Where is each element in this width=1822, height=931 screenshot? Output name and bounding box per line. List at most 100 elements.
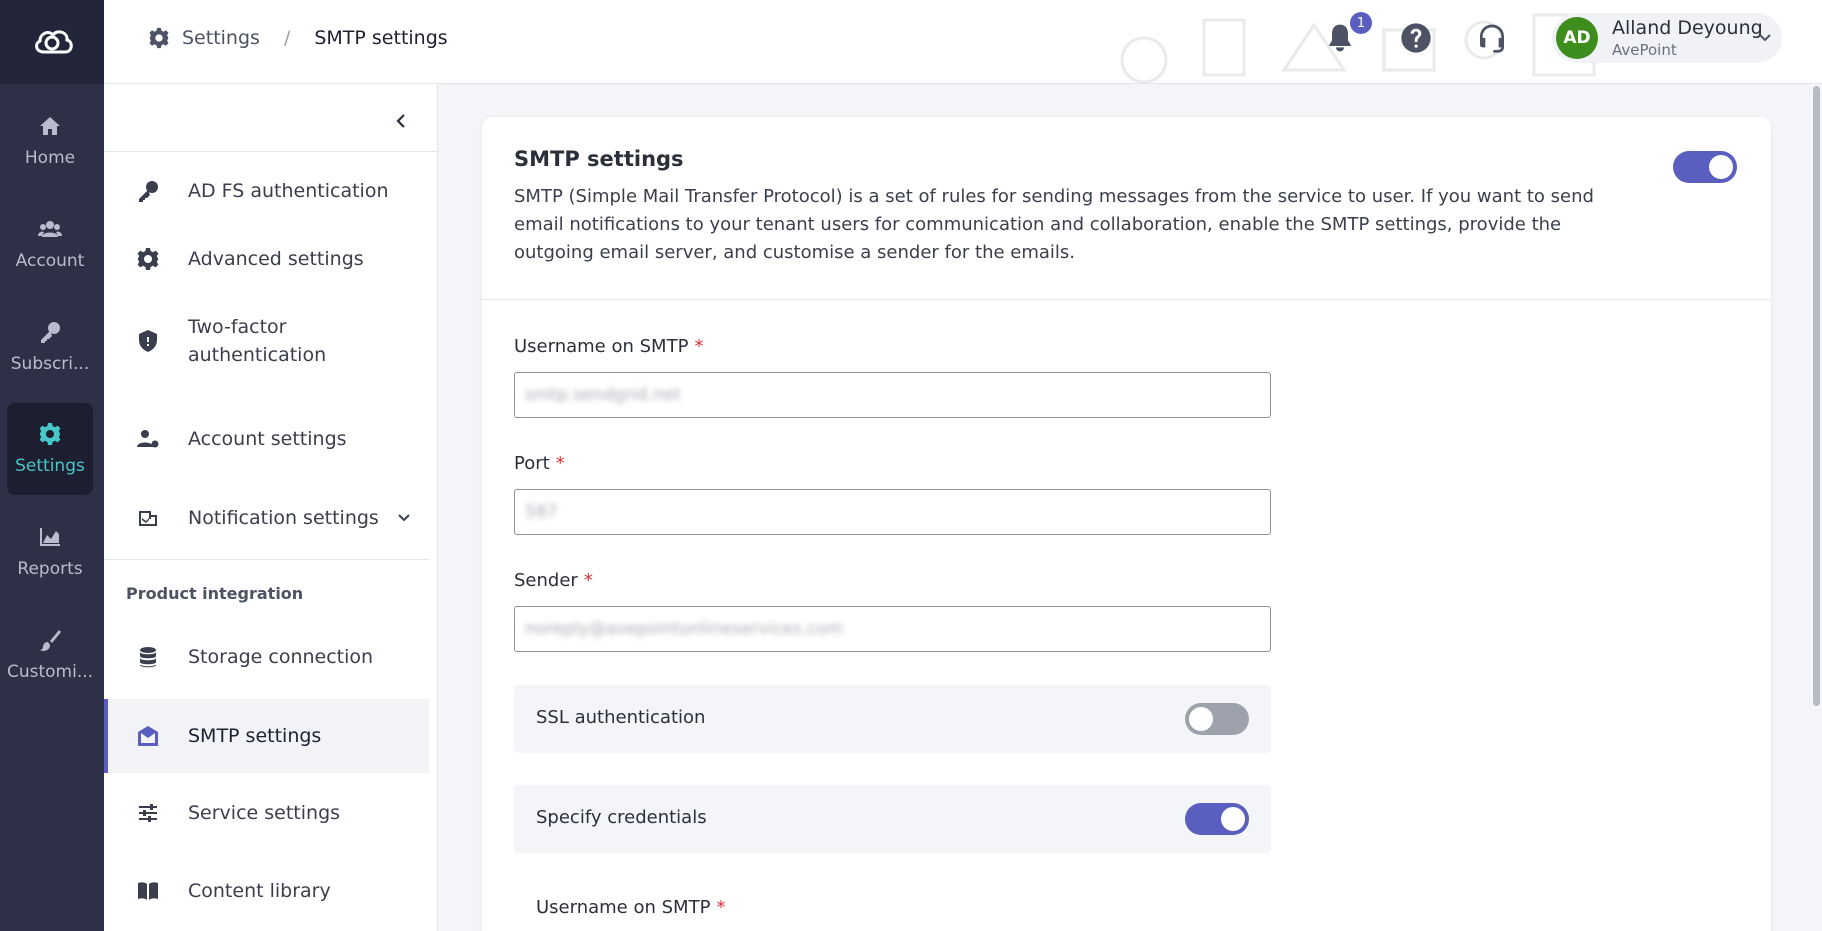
chart-icon xyxy=(40,528,60,546)
book-icon xyxy=(134,877,162,905)
subnav-item-label: AD FS authentication xyxy=(188,180,389,202)
subnav-item-label: Notification settings xyxy=(188,507,379,529)
subnav-item-content-library[interactable]: Content library xyxy=(104,859,429,923)
smtp-enable-toggle[interactable] xyxy=(1673,151,1737,183)
chevron-down-icon xyxy=(1759,34,1771,42)
headset-icon xyxy=(1480,24,1504,53)
divider xyxy=(482,299,1771,300)
subnav-item-label: Content library xyxy=(188,880,331,902)
subnav-item-service-settings[interactable]: Service settings xyxy=(104,781,429,845)
field-label-port: Port * xyxy=(514,453,565,474)
chevron-left-icon xyxy=(396,114,405,128)
rail-item-label: Subscri... xyxy=(10,354,90,374)
rail-item-label: Home xyxy=(24,148,76,168)
subnav-item-two-factor[interactable]: Two-factor authentication xyxy=(104,296,429,386)
rail-item-label: Reports xyxy=(17,559,83,579)
users-icon xyxy=(38,221,62,237)
key-icon xyxy=(41,322,60,343)
rail-item-customization[interactable]: Customi... xyxy=(7,609,93,701)
help-button[interactable] xyxy=(1398,20,1434,56)
sender-input[interactable]: noreply@avepointonlineservices.com xyxy=(514,606,1271,652)
breadcrumb-parent-label: Settings xyxy=(182,27,260,49)
ssl-authentication-row: SSL authentication xyxy=(514,685,1271,753)
key-icon xyxy=(134,177,162,205)
divider xyxy=(104,559,429,560)
smtp-description: SMTP (Simple Mail Transfer Protocol) is … xyxy=(514,186,1594,263)
breadcrumb-current: SMTP settings xyxy=(314,27,448,49)
cloud-logo-icon xyxy=(35,30,73,54)
rail-item-reports[interactable]: Reports xyxy=(7,506,93,598)
field-label-username: Username on SMTP * xyxy=(514,336,703,357)
subnav-item-label: Service settings xyxy=(188,802,341,824)
specify-credentials-row: Specify credentials xyxy=(514,785,1271,853)
label-text: Username on SMTP xyxy=(514,336,689,357)
specify-credentials-label: Specify credentials xyxy=(536,807,707,828)
specify-credentials-toggle[interactable] xyxy=(1185,803,1249,835)
toggle-knob xyxy=(1221,807,1245,831)
breadcrumb-separator: / xyxy=(283,27,291,49)
left-rail: Home Account Subscri... Settings Reports… xyxy=(0,0,104,931)
required-marker: * xyxy=(555,453,565,474)
gear-icon xyxy=(39,423,61,445)
subnav-item-label: Account settings xyxy=(188,428,347,450)
subnav-item-label: SMTP settings xyxy=(188,725,322,747)
subnav-item-storage-connection[interactable]: Storage connection xyxy=(104,625,429,689)
breadcrumb: Settings / SMTP settings xyxy=(148,0,448,76)
rail-item-label: Account xyxy=(15,251,85,271)
subnav-item-label: Advanced settings xyxy=(188,248,364,270)
subnav-item-notification-settings[interactable]: Notification settings xyxy=(104,486,429,550)
input-value: noreply@avepointonlineservices.com xyxy=(525,619,844,639)
rail-item-home[interactable]: Home xyxy=(7,95,93,187)
collapse-subnav-button[interactable] xyxy=(386,106,416,136)
rail-item-label: Settings xyxy=(15,456,85,476)
group-label-product-integration: Product integration xyxy=(126,584,304,603)
required-marker: * xyxy=(583,570,593,591)
rail-item-subscription[interactable]: Subscri... xyxy=(7,301,93,393)
subnav-item-label: Storage connection xyxy=(188,646,374,668)
breadcrumb-settings[interactable]: Settings xyxy=(148,27,260,49)
help-icon xyxy=(1401,23,1431,53)
brush-icon xyxy=(40,630,61,651)
credentials-username-label: Username on SMTP * xyxy=(536,897,725,918)
notification-icon xyxy=(134,504,162,532)
notifications-button[interactable]: 1 xyxy=(1322,12,1372,56)
required-marker: * xyxy=(694,336,704,357)
support-button[interactable] xyxy=(1474,20,1510,56)
user-org: AvePoint xyxy=(1612,41,1677,59)
top-header: Settings / SMTP settings 1 AD Alland Dey… xyxy=(104,0,1822,84)
user-gear-icon xyxy=(134,425,162,453)
subnav-item-smtp-settings[interactable]: SMTP settings xyxy=(104,699,429,773)
toggle-knob xyxy=(1189,707,1213,731)
divider xyxy=(104,151,438,152)
subnav-item-advanced-settings[interactable]: Advanced settings xyxy=(104,227,429,291)
sliders-icon xyxy=(134,799,162,827)
app-logo[interactable] xyxy=(0,0,104,84)
user-menu[interactable]: AD Alland Deyoung AvePoint xyxy=(1552,13,1782,63)
subnav-item-account-settings[interactable]: Account settings xyxy=(104,407,429,471)
rail-item-label: Customi... xyxy=(6,662,94,682)
ssl-authentication-toggle[interactable] xyxy=(1185,703,1249,735)
field-label-sender: Sender * xyxy=(514,570,593,591)
ssl-authentication-label: SSL authentication xyxy=(536,707,706,728)
rail-item-settings[interactable]: Settings xyxy=(7,403,93,495)
page-scrollbar[interactable] xyxy=(1810,84,1822,931)
gear-icon xyxy=(134,245,162,273)
smtp-server-input[interactable]: smtp.sendgrid.net xyxy=(514,372,1271,418)
label-text: Port xyxy=(514,453,550,474)
port-input[interactable]: 587 xyxy=(514,489,1271,535)
scroll-thumb[interactable] xyxy=(1813,86,1820,706)
toggle-knob xyxy=(1709,155,1733,179)
input-value: 587 xyxy=(525,502,558,522)
rail-item-account[interactable]: Account xyxy=(7,198,93,290)
subnav-item-adfs[interactable]: AD FS authentication xyxy=(104,159,429,223)
home-icon xyxy=(40,117,60,135)
shield-icon xyxy=(134,327,162,355)
input-value: smtp.sendgrid.net xyxy=(525,385,681,405)
gear-icon xyxy=(149,27,169,49)
user-name: Alland Deyoung xyxy=(1612,17,1763,39)
notification-count-badge: 1 xyxy=(1350,12,1372,34)
subnav-item-label: Two-factor authentication xyxy=(188,316,327,366)
database-icon xyxy=(134,643,162,671)
page-title: SMTP settings xyxy=(514,147,684,171)
avatar: AD xyxy=(1556,17,1598,59)
